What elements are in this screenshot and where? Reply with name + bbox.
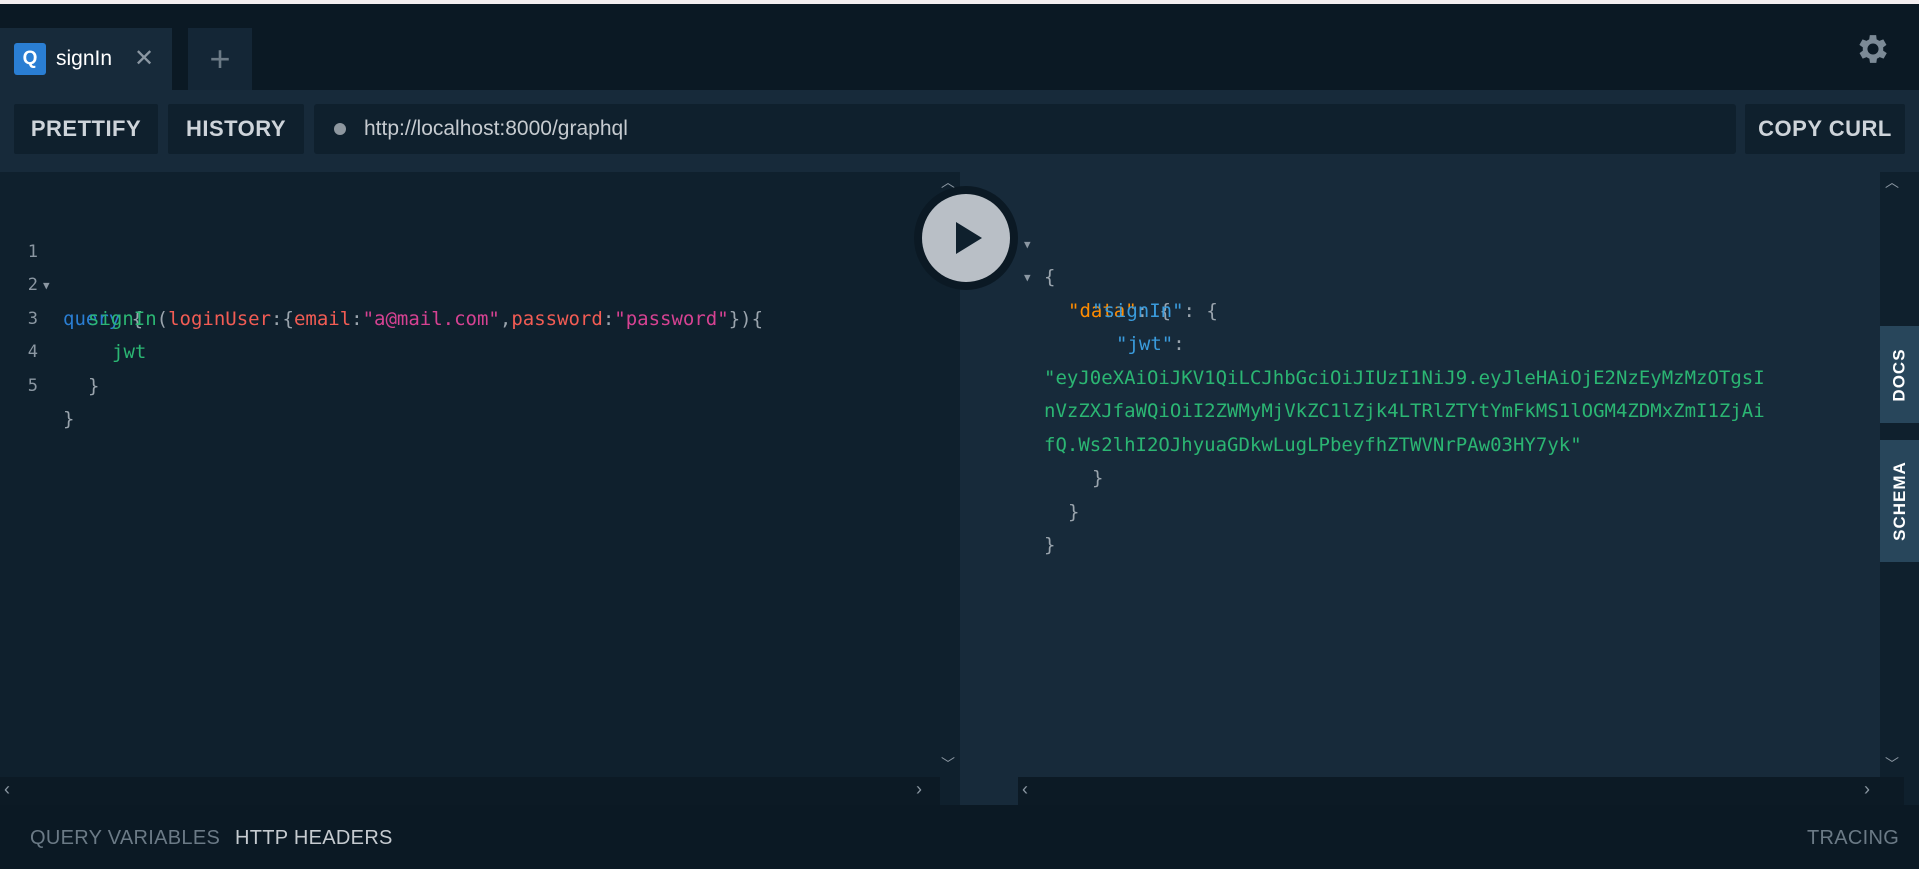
history-button[interactable]: HISTORY	[168, 104, 304, 154]
code-line: 3 jwt	[0, 269, 147, 364]
horizontal-scrollbar[interactable]: ‹ ›	[0, 777, 940, 805]
scroll-up-arrow-icon[interactable]: ︿	[1882, 172, 1902, 192]
bottom-panel-bar: QUERY VARIABLES HTTP HEADERS TRACING	[0, 805, 1919, 869]
punctuation: }){	[728, 307, 764, 330]
result-line: fQ.Ws2lhI2OJhyuaGDkwLugLPbeyfhZTWVNrPAw0…	[960, 395, 1582, 456]
code-line: 2 signIn(loginUser:{email:"a@mail.com",p…	[0, 236, 763, 330]
docs-tab-label: DOCS	[1889, 347, 1909, 402]
endpoint-url-text: http://localhost:8000/graphql	[364, 117, 628, 140]
schema-tab-label: SCHEMA	[1889, 461, 1909, 541]
brace: }	[88, 374, 100, 397]
execute-query-button[interactable]	[914, 186, 1018, 290]
query-editor[interactable]: 1 ▼ query { 2 signIn(loginUser:{email:"a…	[0, 172, 960, 805]
result-line: }	[960, 429, 1103, 489]
add-tab-button[interactable]: +	[188, 28, 252, 90]
status-dot-icon	[334, 123, 346, 135]
punctuation: :	[602, 307, 615, 330]
execute-button-face	[922, 194, 1010, 282]
docs-tab[interactable]: DOCS	[1880, 326, 1919, 423]
scroll-down-arrow-icon[interactable]: ﹀	[938, 754, 958, 774]
scroll-left-arrow-icon[interactable]: ‹	[4, 779, 10, 800]
code-line: 4 }	[0, 303, 100, 397]
toolbar: PRETTIFY HISTORY http://localhost:8000/g…	[0, 90, 1919, 172]
jwt-key: "jwt"	[1116, 333, 1174, 355]
string-value: "a@mail.com"	[362, 307, 500, 330]
tab-bar: Q signIn ✕ +	[0, 4, 1919, 90]
result-pane: ▼ { ▼ "data": { "signIn": { "jwt": "eyJ0…	[960, 172, 1880, 805]
code-line: 5 }	[0, 336, 75, 431]
result-horizontal-scrollbar[interactable]: ‹ ›	[1018, 777, 1904, 805]
scroll-right-arrow-icon[interactable]: ›	[916, 779, 922, 800]
result-line: }	[960, 496, 1055, 556]
query-badge: Q	[14, 43, 46, 75]
scroll-right-arrow-icon[interactable]: ›	[1864, 779, 1870, 800]
query-variables-tab[interactable]: QUERY VARIABLES	[30, 827, 220, 850]
punctuation: :{	[271, 307, 294, 330]
argument-key: password	[511, 307, 603, 330]
brace: }	[1044, 534, 1056, 556]
result-line: "jwt":	[960, 295, 1185, 355]
endpoint-url-input[interactable]: http://localhost:8000/graphql	[314, 104, 1736, 154]
brace: }	[1092, 467, 1104, 489]
result-line: "eyJ0eXAiOiJKV1QiLCJhbGciOiJIUzI1NiJ9.ey…	[960, 328, 1765, 389]
gear-icon[interactable]	[1854, 30, 1892, 68]
jwt-value: nVzZXJfaWQiOiI2ZWMyMjVkZC1lZjk4LTRlZTYtY…	[1044, 400, 1765, 422]
tab-signin[interactable]: Q signIn ✕	[0, 28, 172, 90]
jwt-value: fQ.Ws2lhI2OJhyuaGDkwLugLPbeyfhZTWVNrPAw0…	[1044, 433, 1582, 456]
field-name: signIn	[88, 307, 157, 330]
result-line: nVzZXJfaWQiOiI2ZWMyMjVkZC1lZjk4LTRlZTYtY…	[960, 362, 1765, 422]
http-headers-tab[interactable]: HTTP HEADERS	[235, 827, 393, 850]
prettify-button[interactable]: PRETTIFY	[14, 104, 158, 154]
schema-tab[interactable]: SCHEMA	[1880, 440, 1919, 562]
punctuation: :	[1173, 333, 1185, 355]
punctuation: ,	[499, 307, 512, 330]
copy-curl-button[interactable]: COPY CURL	[1745, 104, 1905, 154]
result-line: }	[960, 462, 1079, 523]
tracing-tab[interactable]: TRACING	[1807, 827, 1899, 850]
close-icon[interactable]: ✕	[134, 47, 154, 71]
field-name: jwt	[112, 341, 147, 363]
line-number: 5	[27, 375, 38, 396]
brace: }	[63, 408, 75, 430]
punctuation: (	[156, 307, 169, 330]
scroll-down-arrow-icon[interactable]: ﹀	[1882, 754, 1902, 774]
scroll-left-arrow-icon[interactable]: ‹	[1022, 779, 1028, 800]
punctuation: :	[351, 307, 363, 330]
signin-key: "signIn"	[1092, 299, 1184, 322]
play-icon	[956, 222, 982, 254]
string-value: "password"	[614, 307, 729, 330]
code-line: 1 ▼ query {	[0, 202, 143, 330]
argument-name: loginUser	[168, 307, 272, 330]
argument-key: email	[293, 307, 352, 330]
brace: {	[1044, 266, 1056, 288]
jwt-value: "eyJ0eXAiOiJKV1QiLCJhbGciOiJIUzI1NiJ9.ey…	[1044, 366, 1765, 389]
brace: }	[1068, 500, 1080, 523]
tab-title: signIn	[56, 47, 113, 70]
punctuation: : {	[1183, 299, 1218, 322]
